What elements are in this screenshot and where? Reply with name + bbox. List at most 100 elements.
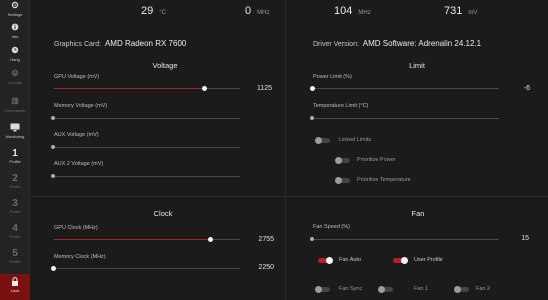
fan2-toggle[interactable] [454, 286, 469, 293]
graphics-card-value: AMD Radeon RX 7600 [104, 39, 187, 48]
monitor-icon [10, 122, 20, 132]
sidebar-item-profile-4[interactable]: 4 Profile [0, 223, 30, 247]
gpu-voltage-fill [54, 88, 205, 89]
fan-auto-toggle[interactable] [318, 257, 333, 264]
sidebar-item-profile-3[interactable]: 3 Profile [0, 198, 30, 222]
power-limit-track[interactable] [313, 88, 499, 89]
graphics-card-info: Graphics Card: AMD Radeon RX 7600 [54, 39, 186, 48]
profile-number: 2 [12, 173, 18, 184]
gpu-clock-handle[interactable] [208, 237, 213, 242]
fan-speed-value: 15 [521, 235, 529, 242]
sidebar-label: Settings [7, 12, 23, 17]
fan-speed-track[interactable] [313, 239, 499, 240]
gpu-clock-value: 0 [245, 5, 252, 17]
fan-section-title: Fan [411, 209, 425, 218]
linked-limits-label: Linked Limits [339, 137, 372, 143]
gpu-clock-slider-value: 2755 [258, 236, 274, 243]
aux2-voltage-label: AUX 2 Voltage (mV) [54, 161, 104, 167]
fan-speed-handle[interactable] [310, 237, 314, 241]
memory-voltage-track[interactable] [54, 118, 240, 119]
memory-clock-track[interactable] [54, 268, 240, 269]
sidebar-label: Info [11, 34, 19, 39]
aux2-voltage-handle[interactable] [51, 174, 55, 178]
toggle-knob [335, 177, 342, 184]
profile-number: 3 [12, 198, 18, 209]
toggle-knob [378, 286, 385, 293]
sidebar-label: Profile [9, 234, 21, 239]
prioritize-power-label: Prioritize Power [357, 157, 396, 163]
fan1-toggle[interactable] [378, 286, 393, 293]
sidebar-label: Lock [10, 288, 20, 293]
fan-sync-toggle[interactable] [315, 286, 330, 293]
voltage-value: 731 [444, 5, 463, 17]
prioritize-temperature-toggle[interactable] [335, 177, 350, 184]
toggle-knob [315, 137, 322, 144]
sidebar-item-profile-5[interactable]: 5 Profile [0, 248, 30, 272]
memory-clock-handle[interactable] [51, 266, 56, 271]
sidebar-item-lock[interactable]: Lock [0, 274, 30, 300]
sidebar-label: Profile [9, 159, 21, 164]
section-separator [30, 196, 548, 197]
profile-number: 1 [12, 148, 18, 159]
memory-clock-slider-value: 2250 [258, 264, 274, 271]
aux2-voltage-track[interactable] [54, 176, 240, 177]
memory-clock-unit: MHz [358, 10, 371, 16]
toggle-knob [315, 286, 322, 293]
clock-icon [10, 45, 20, 55]
prioritize-power-toggle[interactable] [335, 157, 350, 164]
sidebar-label: Profile [9, 184, 21, 189]
sidebar-item-settings[interactable]: Settings [0, 0, 30, 24]
memory-clock-value: 104 [334, 5, 353, 17]
gpu-clock-label: GPU Clock (MHz) [54, 225, 98, 231]
gpu-voltage-label: GPU Voltage (mV) [54, 74, 100, 80]
aux-voltage-track[interactable] [54, 147, 240, 148]
sidebar-item-commander[interactable]: Commander [0, 96, 30, 120]
gpu-clock-readout: 0 MHz [245, 5, 269, 17]
voltage-unit: mV [468, 10, 478, 16]
overlay-icon [10, 68, 20, 78]
temperature-limit-label: Temperature Limit (°C) [313, 103, 369, 109]
fan-speed-label: Fan Speed (%) [313, 224, 350, 230]
power-limit-handle[interactable] [310, 86, 315, 91]
toggle-knob [401, 257, 408, 264]
gpu-clock-unit: MHz [257, 10, 270, 16]
temperature-limit-handle[interactable] [310, 116, 314, 120]
sidebar-item-monitoring[interactable]: Monitoring [0, 122, 30, 146]
sidebar-item-overlay[interactable]: Overlay [0, 68, 30, 92]
user-profile-toggle[interactable] [393, 257, 408, 264]
profile-number: 4 [12, 223, 18, 234]
sidebar-item-hang[interactable]: Hang [0, 45, 30, 69]
fan1-label: Fan 1 [414, 286, 429, 292]
sidebar-label: Commander [3, 108, 26, 113]
fan-auto-label: Fan Auto [339, 257, 362, 263]
sidebar-item-info[interactable]: Info [0, 22, 30, 46]
settings-icon [10, 0, 20, 10]
memory-clock-label: Memory Clock (MHz) [54, 254, 106, 260]
driver-version-label: Driver Version: [313, 41, 359, 48]
aux-voltage-handle[interactable] [51, 145, 55, 149]
clock-section-title: Clock [153, 209, 173, 218]
toggle-knob [335, 157, 342, 164]
temperature-unit: °C [159, 10, 166, 16]
voltage-section-title: Voltage [152, 61, 178, 70]
sidebar-item-profile-1[interactable]: 1 Profile [0, 148, 30, 172]
power-limit-value: -6 [523, 85, 530, 92]
sidebar-label: Hang [10, 57, 20, 62]
column-divider [285, 0, 286, 300]
driver-version-value: AMD Software: Adrenalin 24.12.1 [362, 39, 482, 48]
memory-voltage-handle[interactable] [51, 116, 55, 120]
gpu-voltage-handle[interactable] [202, 86, 207, 91]
temperature-limit-track[interactable] [313, 118, 499, 119]
power-limit-label: Power Limit (%) [313, 74, 352, 80]
fan-sync-label: Fan Sync [339, 286, 363, 292]
prioritize-temperature-label: Prioritize Temperature [357, 177, 411, 183]
commander-icon [10, 96, 20, 106]
user-profile-label: User Profile [414, 257, 443, 263]
profile-number: 5 [12, 248, 18, 259]
sidebar-item-profile-2[interactable]: 2 Profile [0, 173, 30, 197]
graphics-card-label: Graphics Card: [54, 41, 102, 48]
linked-limits-toggle[interactable] [315, 137, 330, 144]
temperature-value: 29 [141, 5, 154, 17]
lock-icon [10, 277, 20, 287]
toggle-knob [326, 257, 333, 264]
